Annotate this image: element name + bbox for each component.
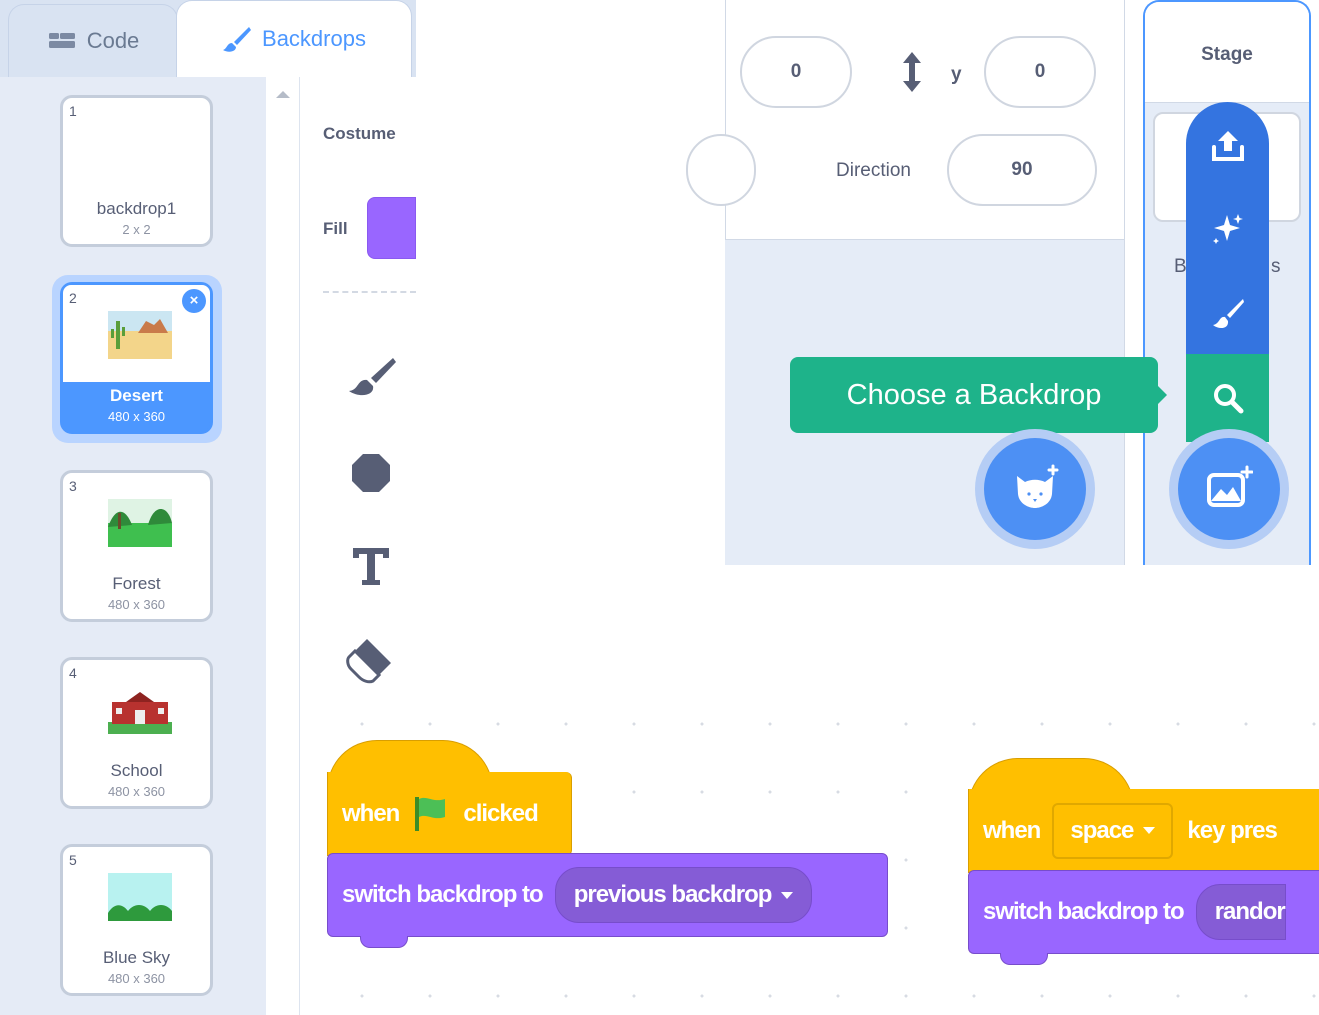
direction-label: Direction — [836, 160, 911, 181]
tab-bar: Code Backdrops — [0, 0, 416, 77]
tab-code[interactable]: Code — [8, 4, 178, 77]
dropdown-value: randor — [1214, 898, 1286, 925]
x-value: 0 — [790, 61, 802, 82]
cat-icon — [1011, 464, 1059, 515]
choose-backdrop-fab[interactable] — [1178, 438, 1280, 540]
switch-backdrop-block-2[interactable]: switch backdrop to randor — [968, 870, 1319, 954]
block-notch — [360, 936, 408, 948]
choose-backdrop-tooltip: Choose a Backdrop — [790, 357, 1167, 433]
clicked-text: clicked — [463, 799, 538, 827]
switch-backdrop-text: switch backdrop to — [983, 898, 1185, 925]
x-position-field[interactable]: 0 — [740, 36, 852, 108]
sprite-info-panel: 0 y 0 Direction 90 — [686, 0, 1125, 240]
y-position-field[interactable]: 0 — [984, 36, 1096, 108]
paint-icon[interactable] — [1186, 284, 1269, 344]
when-text: when — [342, 799, 400, 827]
backdrop-dropdown[interactable]: previous backdrop — [554, 867, 813, 923]
tab-backdrops[interactable]: Backdrops — [176, 0, 412, 77]
code-icon — [47, 32, 77, 50]
dropdown-value: previous backdrop — [573, 881, 773, 908]
fill-label: Fill — [323, 219, 348, 238]
backdrop-card-1[interactable]: 1 backdrop1 2 x 2 — [60, 95, 213, 247]
backdrop-card-3[interactable]: 3 Forest 480 x 360 — [60, 470, 213, 622]
backdrop-size: 480 x 360 — [107, 409, 166, 424]
switch-backdrop-block[interactable]: switch backdrop to previous backdrop — [327, 853, 888, 937]
direction-field[interactable]: 90 — [947, 134, 1097, 206]
backdrop-image-icon — [1205, 465, 1254, 514]
upload-icon[interactable] — [1186, 116, 1269, 176]
backdrop-number: 5 — [69, 852, 77, 868]
when-flag-clicked-block[interactable]: when clicked — [327, 772, 572, 856]
key-dropdown[interactable]: space — [1052, 802, 1174, 859]
search-icon[interactable] — [1186, 368, 1269, 428]
circle-icon[interactable] — [345, 447, 397, 499]
backdrop-card-5[interactable]: 5 Blue Sky 480 x 360 — [60, 844, 213, 996]
backdrop-number: 3 — [69, 478, 77, 494]
divider — [323, 291, 416, 293]
direction-value: 90 — [1011, 159, 1033, 180]
choose-sprite-button[interactable] — [975, 429, 1095, 549]
brush-icon[interactable] — [345, 352, 397, 404]
backdrop-name: Desert — [110, 386, 163, 405]
backdrop-menu — [1186, 102, 1269, 442]
backdrop-name: Blue Sky — [102, 948, 171, 967]
fill-color-swatch[interactable] — [367, 197, 416, 259]
backdrop-name: backdrop1 — [96, 199, 177, 218]
blue-sky-thumbnail — [108, 873, 172, 921]
switch-backdrop-text: switch backdrop to — [342, 881, 544, 908]
key-pressed-text: key pres — [1187, 816, 1277, 844]
when-key-pressed-block[interactable]: when space key pres — [968, 789, 1319, 873]
backdrop-size: 480 x 360 — [107, 784, 166, 799]
y-value: 0 — [1034, 61, 1046, 82]
backdrop-card-2[interactable]: 2 Desert 480 x 360 × — [60, 282, 213, 434]
backdrops-label-partial-left: B — [1174, 256, 1187, 277]
surprise-icon[interactable] — [1186, 198, 1269, 258]
backdrops-label-partial-right: s — [1271, 256, 1281, 277]
block-notch — [1000, 953, 1048, 965]
scroll-up-arrow-icon[interactable] — [276, 91, 290, 98]
size-field[interactable] — [686, 134, 756, 206]
stage-title: Stage — [1145, 2, 1309, 103]
text-icon[interactable] — [345, 540, 397, 592]
tab-backdrops-label: Backdrops — [262, 26, 366, 51]
y-label: y — [951, 64, 962, 85]
backdrop-size: 480 x 360 — [107, 971, 166, 986]
up-down-arrow-icon — [902, 52, 922, 97]
when-text: when — [983, 816, 1041, 844]
backdrop-size: 480 x 360 — [107, 597, 166, 612]
tab-code-label: Code — [86, 28, 140, 53]
delete-icon[interactable]: × — [182, 289, 206, 313]
forest-thumbnail — [108, 499, 172, 547]
eraser-icon[interactable] — [345, 634, 397, 686]
paintbrush-icon — [222, 25, 252, 53]
desert-thumbnail — [108, 311, 172, 359]
backdrop-number: 1 — [69, 103, 77, 119]
choose-backdrop-button[interactable] — [1169, 429, 1289, 549]
costume-label: Costume — [323, 124, 396, 143]
backdrop-dropdown[interactable]: randor — [1195, 884, 1286, 940]
green-flag-icon — [413, 795, 449, 833]
backdrop-number: 2 — [69, 290, 77, 306]
backdrop-size: 2 x 2 — [122, 222, 151, 237]
backdrop-number: 4 — [69, 665, 77, 681]
backdrop-name: Forest — [112, 574, 161, 593]
backdrop-name: School — [110, 761, 163, 780]
key-value: space — [1070, 816, 1134, 844]
list-scrollbar[interactable] — [266, 77, 300, 1015]
chevron-down-icon — [1143, 827, 1156, 834]
chevron-down-icon — [781, 891, 794, 899]
choose-sprite-fab[interactable] — [984, 438, 1086, 540]
backdrop-card-4[interactable]: 4 School 480 x 360 — [60, 657, 213, 809]
school-thumbnail — [108, 686, 172, 734]
